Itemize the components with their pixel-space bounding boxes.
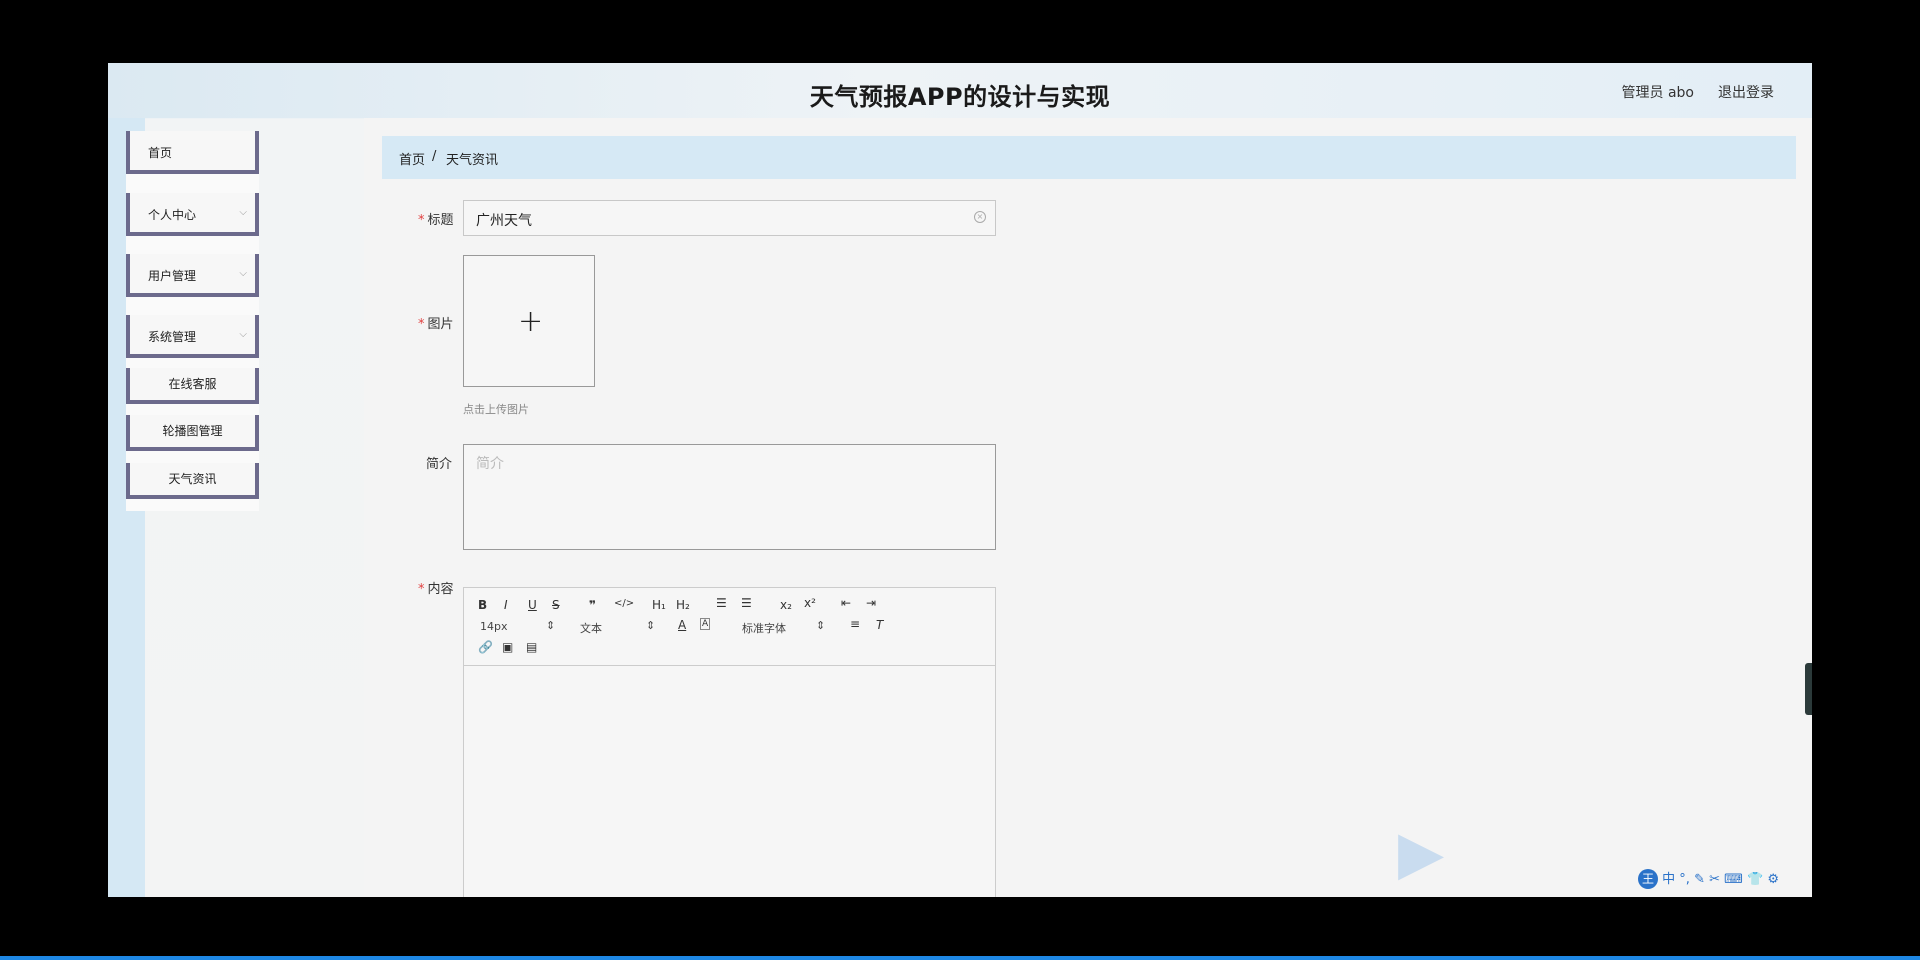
font-size-select[interactable]: 14px	[480, 620, 508, 633]
bullet-list-icon[interactable]: ☰	[741, 596, 752, 610]
heading2-icon[interactable]: H₂	[676, 598, 690, 612]
plus-icon: +	[518, 304, 544, 339]
align-icon[interactable]: ≡	[850, 617, 860, 631]
sidebar-item-label: 首页	[148, 146, 173, 160]
chevron-down-icon: ⌵	[239, 207, 247, 218]
underline-icon[interactable]: U	[528, 598, 537, 612]
chevron-updown-icon: ⇕	[546, 619, 556, 632]
title-input[interactable]: 广州天气	[463, 200, 996, 236]
video-icon[interactable]: ▤	[526, 640, 537, 654]
pen-icon[interactable]: ✎	[1694, 872, 1709, 887]
sidebar-item-user-management[interactable]: 用户管理 ⌵	[126, 254, 259, 297]
rich-text-editor: B I U S ❞ </> H₁ H₂ ☰ ☰ x₂ x² ⇤ ⇥ 14px ⇕…	[463, 587, 996, 897]
app-title: 天气预报APP的设计与实现	[809, 83, 1111, 111]
keyboard-icon[interactable]: ⌨	[1724, 872, 1747, 887]
code-icon[interactable]: </>	[614, 598, 634, 609]
taskbar-strip	[0, 956, 1920, 960]
image-label: * 图片	[418, 317, 454, 332]
chevron-up-icon: ⌵	[239, 329, 247, 340]
sidebar-item-personal-center[interactable]: 个人中心 ⌵	[126, 193, 259, 236]
editor-toolbar: B I U S ❞ </> H₁ H₂ ☰ ☰ x₂ x² ⇤ ⇥ 14px ⇕…	[464, 588, 995, 666]
top-header: 天气预报APP的设计与实现 管理员 abo 退出登录	[108, 63, 1812, 118]
sidebar-item-weather-news[interactable]: 天气资讯	[126, 463, 259, 499]
breadcrumb-separator: /	[432, 149, 437, 164]
sidebar-item-system-management[interactable]: 系统管理 ⌵	[126, 315, 259, 358]
breadcrumb: 首页 / 天气资讯	[382, 136, 1796, 179]
sidebar-item-online-service[interactable]: 在线客服	[126, 368, 259, 404]
indent-icon[interactable]: ⇥	[866, 596, 876, 610]
side-tab-handle[interactable]	[1805, 663, 1812, 715]
image-icon[interactable]: ▣	[502, 640, 513, 654]
superscript-icon[interactable]: x²	[804, 596, 816, 610]
breadcrumb-home[interactable]: 首页	[399, 149, 425, 168]
gear-icon[interactable]: ⚙	[1767, 872, 1779, 887]
italic-icon[interactable]: I	[504, 598, 508, 612]
chevron-down-icon: ⌵	[239, 268, 247, 279]
sidebar-item-label: 用户管理	[148, 269, 197, 283]
format-select[interactable]: 文本	[580, 620, 602, 636]
bing-logo-watermark: ▶	[1398, 818, 1445, 888]
summary-textarea[interactable]: 简介	[463, 444, 996, 550]
clear-format-icon[interactable]: T	[876, 618, 883, 632]
subscript-icon[interactable]: x₂	[780, 598, 792, 612]
browser-viewport: 天气预报APP的设计与实现 管理员 abo 退出登录 首页 个人中心 ⌵ 用户管…	[108, 63, 1812, 897]
strike-icon[interactable]: S	[552, 598, 560, 612]
sidebar-item-label: 个人中心	[148, 208, 197, 222]
punctuation-icon[interactable]: °,	[1679, 872, 1694, 887]
ime-toolbar[interactable]: 王 中 °, ✎ ✂ ⌨ 👕 ⚙	[1638, 868, 1779, 890]
ordered-list-icon[interactable]: ☰	[716, 596, 727, 610]
summary-label: 简介	[426, 457, 453, 472]
heading1-icon[interactable]: H₁	[652, 598, 666, 612]
quote-icon[interactable]: ❞	[589, 598, 596, 612]
title-label: * 标题	[418, 213, 454, 228]
scissors-icon[interactable]: ✂	[1709, 872, 1724, 887]
sidebar-item-home[interactable]: 首页	[126, 131, 259, 174]
background-color-icon[interactable]: A	[700, 618, 711, 630]
upload-hint: 点击上传图片	[463, 403, 529, 416]
logout-link[interactable]: 退出登录	[1718, 82, 1774, 102]
sidebar-item-label: 系统管理	[148, 330, 197, 344]
breadcrumb-current: 天气资讯	[446, 153, 499, 168]
clear-icon[interactable]: ×	[974, 211, 986, 223]
font-color-icon[interactable]: A	[678, 618, 686, 632]
ime-badge: 王	[1638, 869, 1658, 889]
outdent-icon[interactable]: ⇤	[841, 596, 851, 610]
sidebar-item-carousel-management[interactable]: 轮播图管理	[126, 415, 259, 451]
image-upload[interactable]: +	[463, 255, 595, 387]
bold-icon[interactable]: B	[478, 598, 487, 612]
font-family-select[interactable]: 标准字体	[742, 620, 786, 636]
current-user: 管理员 abo	[1621, 85, 1694, 101]
chevron-updown-icon: ⇕	[816, 619, 826, 632]
chevron-updown-icon: ⇕	[646, 619, 656, 632]
ime-mode[interactable]: 中	[1662, 872, 1675, 887]
content-label: * 内容	[418, 582, 454, 597]
link-icon[interactable]: 🔗	[478, 640, 493, 654]
skin-icon[interactable]: 👕	[1747, 872, 1767, 887]
